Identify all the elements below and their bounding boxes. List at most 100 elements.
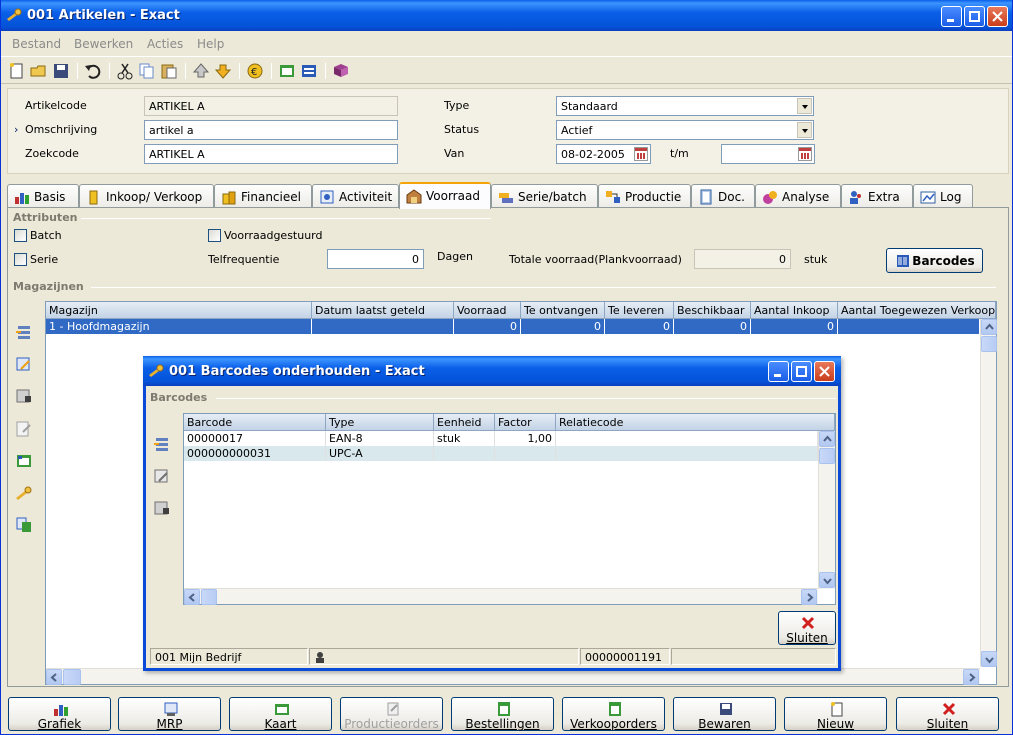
tab-productie[interactable]: Productie <box>598 184 691 208</box>
verkooporders-button[interactable]: Verkooporders <box>562 697 665 731</box>
vertical-scrollbar[interactable] <box>818 431 835 589</box>
calendar-icon[interactable] <box>634 147 648 161</box>
next-record-icon[interactable] <box>213 61 233 81</box>
serie-checkbox[interactable] <box>14 253 27 266</box>
edit-rows-icon[interactable] <box>153 468 171 486</box>
open-icon[interactable] <box>29 61 49 81</box>
table-cell[interactable]: 1,00 <box>495 431 556 446</box>
scroll-down-button[interactable] <box>819 572 835 588</box>
grafiek-button[interactable]: Grafiek <box>8 697 111 731</box>
table-row[interactable]: 00000017 <box>184 431 326 446</box>
bewaren-button[interactable]: Bewaren <box>673 697 776 731</box>
scroll-thumb[interactable] <box>63 669 81 685</box>
table-cell[interactable]: 0 <box>521 319 605 334</box>
scroll-up-button[interactable] <box>981 319 997 335</box>
cut-icon[interactable] <box>115 61 135 81</box>
table-row[interactable]: 000000000031 <box>184 446 326 461</box>
paste-icon[interactable] <box>159 61 179 81</box>
barcodes-grid[interactable]: Barcode Type Eenheid Factor Relatiecode … <box>183 413 836 605</box>
calendar-icon[interactable] <box>798 147 812 161</box>
table-cell[interactable] <box>495 446 556 461</box>
table-row[interactable]: 1 - Hoofdmagazijn <box>46 319 312 334</box>
dialog-sluiten-button[interactable]: Sluiten <box>778 611 836 645</box>
spreadsheet-icon[interactable] <box>277 61 297 81</box>
column-header-aantal-inkoop[interactable]: Aantal Inkoop <box>751 302 838 319</box>
delete-rows-icon[interactable] <box>15 388 33 406</box>
dialog-title-bar[interactable]: 001 Barcodes onderhouden - Exact <box>143 356 841 386</box>
transfer-icon[interactable] <box>15 516 33 534</box>
barcodes-button[interactable]: Barcodes <box>886 248 983 273</box>
undo-icon[interactable] <box>83 61 103 81</box>
column-header-te-leveren[interactable]: Te leveren <box>605 302 674 319</box>
currency-icon[interactable]: € <box>245 61 265 81</box>
table-cell[interactable] <box>556 446 818 461</box>
column-header-factor[interactable]: Factor <box>495 414 556 431</box>
type-select[interactable]: Standaard <box>556 96 814 116</box>
table-cell[interactable]: stuk <box>434 431 495 446</box>
tab-activiteit[interactable]: Activiteit <box>312 184 399 208</box>
omschrijving-field[interactable]: artikel a <box>144 120 398 140</box>
tab-doc[interactable]: Doc. <box>691 184 755 208</box>
key-icon[interactable] <box>15 484 33 502</box>
scroll-thumb[interactable] <box>819 448 835 464</box>
minimize-button[interactable] <box>941 6 962 27</box>
delete-rows-icon[interactable] <box>153 500 171 518</box>
column-header-voorraad[interactable]: Voorraad <box>454 302 521 319</box>
table-cell[interactable]: 0 <box>605 319 674 334</box>
new-icon[interactable] <box>7 61 27 81</box>
tab-extra[interactable]: Extra <box>841 184 913 208</box>
menu-bewerken[interactable]: Bewerken <box>74 37 133 51</box>
chevron-down-icon[interactable] <box>797 98 812 114</box>
menu-bestand[interactable]: Bestand <box>12 37 61 51</box>
close-button[interactable] <box>987 6 1008 27</box>
column-header-aantal-toegewezen-verkoop[interactable]: Aantal Toegewezen Verkoop <box>838 302 996 319</box>
menu-acties[interactable]: Acties <box>147 37 183 51</box>
batch-checkbox[interactable] <box>14 229 27 242</box>
column-header-relatiecode[interactable]: Relatiecode <box>556 414 835 431</box>
spreadsheet-icon[interactable] <box>15 452 33 470</box>
van-date-field[interactable]: 08-02-2005 <box>556 144 651 164</box>
tab-financieel[interactable]: Financieel <box>214 184 312 208</box>
mrp-button[interactable]: MRP <box>118 697 221 731</box>
tm-date-field[interactable] <box>721 144 815 164</box>
title-bar[interactable]: 001 Artikelen - Exact <box>1 0 1012 31</box>
menu-help[interactable]: Help <box>197 37 224 51</box>
column-header-te-ontvangen[interactable]: Te ontvangen <box>521 302 605 319</box>
tab-voorraad[interactable]: Voorraad <box>399 182 491 209</box>
tab-inkoop-verkoop[interactable]: Inkoop/ Verkoop <box>79 184 214 208</box>
insert-row-icon[interactable] <box>15 324 33 342</box>
table-cell[interactable]: 0 <box>454 319 521 334</box>
scroll-up-button[interactable] <box>819 431 835 447</box>
telfrequentie-field[interactable]: 0 <box>327 249 424 269</box>
column-header-eenheid[interactable]: Eenheid <box>434 414 495 431</box>
bestellingen-button[interactable]: Bestellingen <box>451 697 554 731</box>
vertical-scrollbar[interactable] <box>980 319 997 667</box>
copy-icon[interactable] <box>137 61 157 81</box>
horizontal-scrollbar[interactable] <box>184 588 818 605</box>
sluiten-button[interactable]: Sluiten <box>896 697 999 731</box>
scroll-right-button[interactable] <box>801 589 817 605</box>
nieuw-button[interactable]: Nieuw <box>784 697 887 731</box>
column-header-barcode[interactable]: Barcode <box>184 414 326 431</box>
scroll-thumb[interactable] <box>201 589 217 605</box>
voorraadgestuurd-checkbox[interactable] <box>208 229 221 242</box>
table-cell[interactable]: 0 <box>674 319 751 334</box>
column-header-magazijn[interactable]: Magazijn <box>46 302 312 319</box>
dialog-maximize-button[interactable] <box>791 361 812 382</box>
tab-analyse[interactable]: Analyse <box>755 184 841 208</box>
table-cell[interactable]: UPC-A <box>326 446 434 461</box>
edit-rows-icon[interactable] <box>15 356 33 374</box>
scroll-right-button[interactable] <box>963 669 979 685</box>
scroll-left-button[interactable] <box>184 589 200 605</box>
chevron-down-icon[interactable] <box>797 122 812 138</box>
table-cell[interactable]: 0 <box>751 319 838 334</box>
book-icon[interactable] <box>331 61 351 81</box>
save-icon[interactable] <box>51 61 71 81</box>
zoekcode-field[interactable]: ARTIKEL A <box>144 144 398 164</box>
column-header-type[interactable]: Type <box>326 414 434 431</box>
tab-basis[interactable]: Basis <box>7 184 79 208</box>
table-cell[interactable]: EAN-8 <box>326 431 434 446</box>
scroll-down-button[interactable] <box>981 651 997 667</box>
column-header-beschikbaar[interactable]: Beschikbaar <box>674 302 751 319</box>
scroll-left-button[interactable] <box>46 669 62 685</box>
